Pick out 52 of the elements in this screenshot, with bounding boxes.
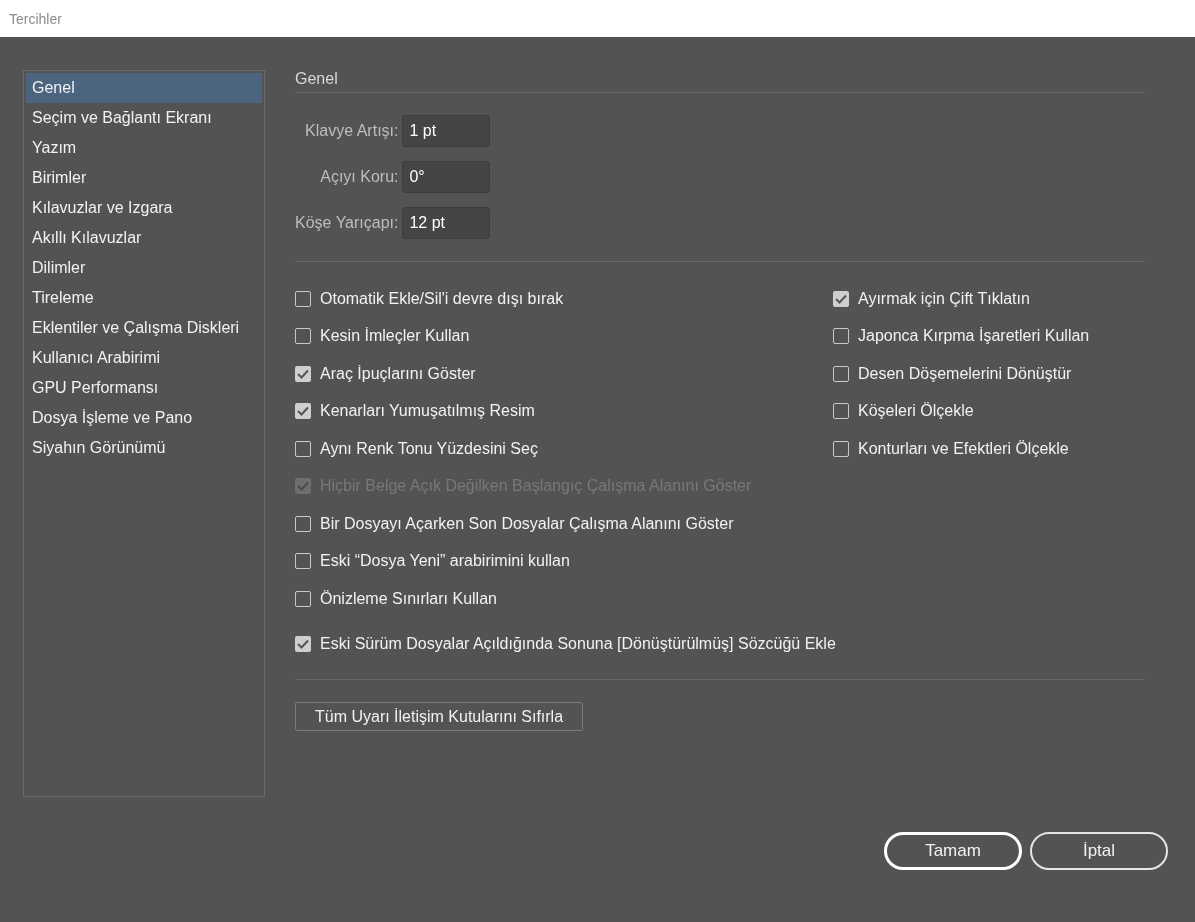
checkbox-label: Kenarları Yumuşatılmış Resim (320, 402, 535, 421)
sidebar-item[interactable]: GPU Performansı (26, 373, 262, 403)
sidebar-item[interactable]: Eklentiler ve Çalışma Diskleri (26, 313, 262, 343)
sidebar-item[interactable]: Tireleme (26, 283, 262, 313)
checkbox[interactable] (295, 636, 311, 653)
checkbox[interactable] (833, 440, 849, 457)
checkbox-label: Önizleme Sınırları Kullan (320, 589, 497, 608)
checkbox[interactable] (295, 365, 311, 382)
checkbox[interactable] (295, 515, 311, 532)
checkbox[interactable] (833, 403, 849, 420)
sidebar-item[interactable]: Dosya İşleme ve Pano (26, 403, 262, 433)
checkbox-label: Ayırmak için Çift Tıklatın (858, 289, 1030, 308)
sidebar-item[interactable]: Kullanıcı Arabirimi (26, 343, 262, 373)
checkbox-label: Kesin İmleçler Kullan (320, 327, 470, 346)
window-title: Tercihler (9, 10, 62, 27)
checkbox[interactable] (833, 365, 849, 382)
reset-button[interactable]: Tüm Uyarı İletişim Kutularını Sıfırla (295, 702, 584, 731)
checkbox-label: Köşeleri Ölçekle (858, 402, 974, 421)
sidebar-item[interactable]: Yazım (26, 133, 262, 163)
checkbox[interactable] (295, 590, 311, 607)
checkbox-label: Otomatik Ekle/Sil'i devre dışı bırak (320, 289, 564, 308)
checkbox[interactable] (833, 290, 849, 307)
field-label: Köşe Yarıçapı: (295, 214, 399, 232)
checkbox[interactable] (833, 328, 849, 345)
dialog-button[interactable]: Tamam (884, 832, 1022, 870)
checkbox-label: Desen Döşemelerini Dönüştür (858, 364, 1072, 383)
section-title: Genel (295, 70, 1145, 93)
sidebar-item[interactable]: Dilimler (26, 253, 262, 283)
checkbox-label: Araç İpuçlarını Göster (320, 364, 476, 383)
sidebar-item[interactable]: Birimler (26, 163, 262, 193)
sidebar-item[interactable]: Kılavuzlar ve Izgara (26, 193, 262, 223)
input-field[interactable]: 0° (402, 161, 491, 193)
sidebar-item[interactable]: Siyahın Görünümü (26, 433, 262, 463)
field-label: Klavye Artışı: (304, 122, 399, 140)
input-field[interactable]: 12 pt (402, 207, 491, 239)
checkbox[interactable] (295, 440, 311, 457)
input-field[interactable]: 1 pt (402, 115, 491, 147)
field-label: Açıyı Koru: (319, 168, 399, 186)
checkbox-label: Aynı Renk Tonu Yüzdesini Seç (320, 439, 538, 458)
checkbox-label: Eski Sürüm Dosyalar Açıldığında Sonuna [Dönüştürülmüş] Sözcüğü Ekle (320, 635, 836, 654)
checkbox[interactable] (295, 403, 311, 420)
checkbox[interactable] (295, 328, 311, 345)
dialog-button[interactable]: İptal (1030, 832, 1168, 870)
checkbox-label: Japonca Kırpma İşaretleri Kullan (858, 327, 1090, 346)
checkbox-label: Eski “Dosya Yeni” arabirimini kullan (320, 552, 570, 571)
sidebar-item[interactable]: Seçim ve Bağlantı Ekranı (26, 103, 262, 133)
checkbox[interactable] (295, 553, 311, 570)
checkbox-label: Konturları ve Efektleri Ölçekle (858, 439, 1069, 458)
sidebar-item[interactable]: Genel (26, 73, 262, 103)
checkbox[interactable] (295, 290, 311, 307)
checkbox-label: Bir Dosyayı Açarken Son Dosyalar Çalışma Alanını Göster (320, 514, 734, 533)
sidebar-item[interactable]: Akıllı Kılavuzlar (26, 223, 262, 253)
